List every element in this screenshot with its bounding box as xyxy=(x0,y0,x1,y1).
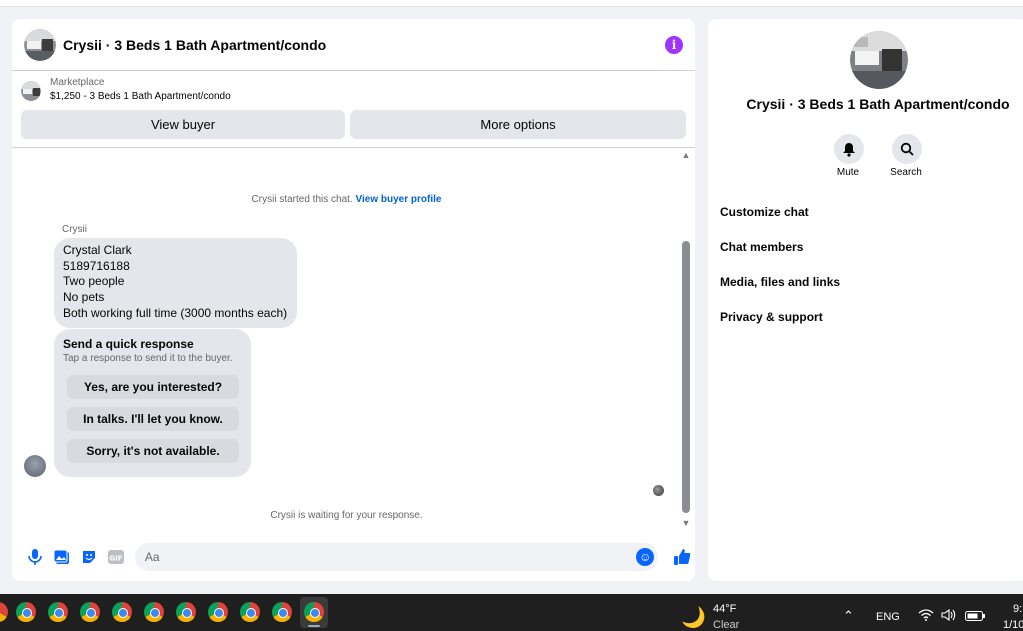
message-bubble[interactable]: Crystal Clark 5189716188 Two people No p… xyxy=(54,238,298,328)
chrome-icon[interactable] xyxy=(112,602,132,622)
view-buyer-profile-link[interactable]: View buyer profile xyxy=(355,194,441,205)
listing-actions: View buyer More options xyxy=(12,107,695,139)
scroll-up-arrow-icon[interactable]: ▲ xyxy=(681,150,691,160)
message-line: 5189716188 xyxy=(63,258,130,273)
side-panel-title: Crysii · 3 Beds 1 Bath Apartment/condo xyxy=(746,96,1010,112)
chrome-icon[interactable] xyxy=(48,602,68,622)
gif-icon[interactable]: GIF xyxy=(102,543,129,571)
bell-icon xyxy=(843,142,855,157)
sticker-icon[interactable] xyxy=(75,543,102,571)
clock-date[interactable]: 1/10 xyxy=(1003,619,1023,631)
weather-temperature[interactable]: 44°F xyxy=(713,603,736,615)
chrome-icon[interactable] xyxy=(144,602,164,622)
privacy-support-item[interactable]: Privacy & support xyxy=(720,310,823,324)
chrome-icon[interactable] xyxy=(304,602,324,622)
chat-started-text: Crysii started this chat. xyxy=(251,194,353,205)
chrome-icon[interactable] xyxy=(272,602,292,622)
listing-photo[interactable] xyxy=(850,31,908,89)
scrollbar-thumb[interactable] xyxy=(682,241,690,513)
chat-details-panel: Crysii · 3 Beds 1 Bath Apartment/condo M… xyxy=(708,19,1023,581)
quick-response-subtitle: Tap a response to send it to the buyer. xyxy=(63,353,233,364)
chat-title: Crysii · 3 Beds 1 Bath Apartment/condo xyxy=(63,36,327,53)
waiting-notice: Crysii is waiting for your response. xyxy=(270,510,423,521)
mute-button[interactable] xyxy=(834,134,864,164)
listing-source: Marketplace xyxy=(50,77,105,88)
sender-name: Crysii xyxy=(62,224,87,235)
media-files-links-item[interactable]: Media, files and links xyxy=(720,275,840,289)
listing-row[interactable]: Marketplace $1,250 - 3 Beds 1 Bath Apart… xyxy=(12,71,695,107)
view-buyer-button[interactable]: View buyer xyxy=(21,110,345,139)
message-input-placeholder: Aa xyxy=(144,550,160,564)
taskbar xyxy=(0,594,1023,631)
wifi-icon[interactable] xyxy=(918,609,934,624)
quick-response-title: Send a quick response xyxy=(63,337,194,351)
battery-icon[interactable] xyxy=(965,611,985,624)
chat-panel: Crysii · 3 Beds 1 Bath Apartment/condo i… xyxy=(12,19,695,581)
composer: GIF Aa ☺ xyxy=(12,541,695,573)
microphone-icon[interactable] xyxy=(22,543,49,571)
search-label: Search xyxy=(890,167,922,178)
mute-label: Mute xyxy=(836,167,860,178)
moon-icon[interactable]: 🌙 xyxy=(681,605,706,630)
message-list[interactable]: Crysii started this chat. View buyer pro… xyxy=(12,148,695,537)
search-button[interactable] xyxy=(892,134,922,164)
customize-chat-item[interactable]: Customize chat xyxy=(720,205,809,219)
speaker-icon[interactable] xyxy=(941,608,956,624)
top-edge xyxy=(0,0,1023,7)
message-line: Both working full time (3000 months each… xyxy=(63,305,288,320)
seen-indicator-avatar xyxy=(653,485,664,496)
chrome-icon[interactable] xyxy=(240,602,260,622)
scroll-down-arrow-icon[interactable]: ▼ xyxy=(681,518,691,528)
listing-summary: $1,250 - 3 Beds 1 Bath Apartment/condo xyxy=(50,91,231,102)
thumbs-up-icon[interactable] xyxy=(668,543,695,571)
quick-response-not-available[interactable]: Sorry, it's not available. xyxy=(67,439,239,463)
quick-response-in-talks[interactable]: In talks. I'll let you know. xyxy=(67,407,239,431)
chat-members-item[interactable]: Chat members xyxy=(720,240,803,254)
message-input[interactable]: Aa ☺ xyxy=(134,543,659,571)
chat-header: Crysii · 3 Beds 1 Bath Apartment/condo i xyxy=(12,19,695,71)
quick-response-card: Send a quick response Tap a response to … xyxy=(54,329,251,477)
chrome-icon[interactable] xyxy=(80,602,100,622)
language-indicator[interactable]: ENG xyxy=(876,611,900,623)
chevron-up-icon[interactable]: ⌃ xyxy=(843,608,854,624)
chrome-icon[interactable] xyxy=(0,602,8,622)
listing-small-thumbnail xyxy=(21,81,41,101)
chrome-icon[interactable] xyxy=(208,602,228,622)
photo-icon[interactable] xyxy=(49,543,76,571)
buyer-avatar[interactable] xyxy=(24,455,46,477)
message-line: Crystal Clark xyxy=(63,243,132,257)
quick-response-interested[interactable]: Yes, are you interested? xyxy=(67,375,239,399)
chat-started-notice: Crysii started this chat. View buyer pro… xyxy=(12,194,681,205)
info-icon[interactable]: i xyxy=(665,35,683,54)
clock-time[interactable]: 9: xyxy=(1013,603,1022,615)
chrome-icon[interactable] xyxy=(176,602,196,622)
chrome-icon[interactable] xyxy=(16,602,36,622)
message-line: Two people xyxy=(63,274,125,289)
more-options-button[interactable]: More options xyxy=(350,110,686,139)
message-line: No pets xyxy=(63,290,105,305)
svg-text:GIF: GIF xyxy=(109,555,122,563)
listing-thumbnail[interactable] xyxy=(24,28,56,61)
search-icon xyxy=(900,142,914,156)
weather-condition[interactable]: Clear xyxy=(713,619,739,631)
emoji-icon[interactable]: ☺ xyxy=(636,548,655,566)
